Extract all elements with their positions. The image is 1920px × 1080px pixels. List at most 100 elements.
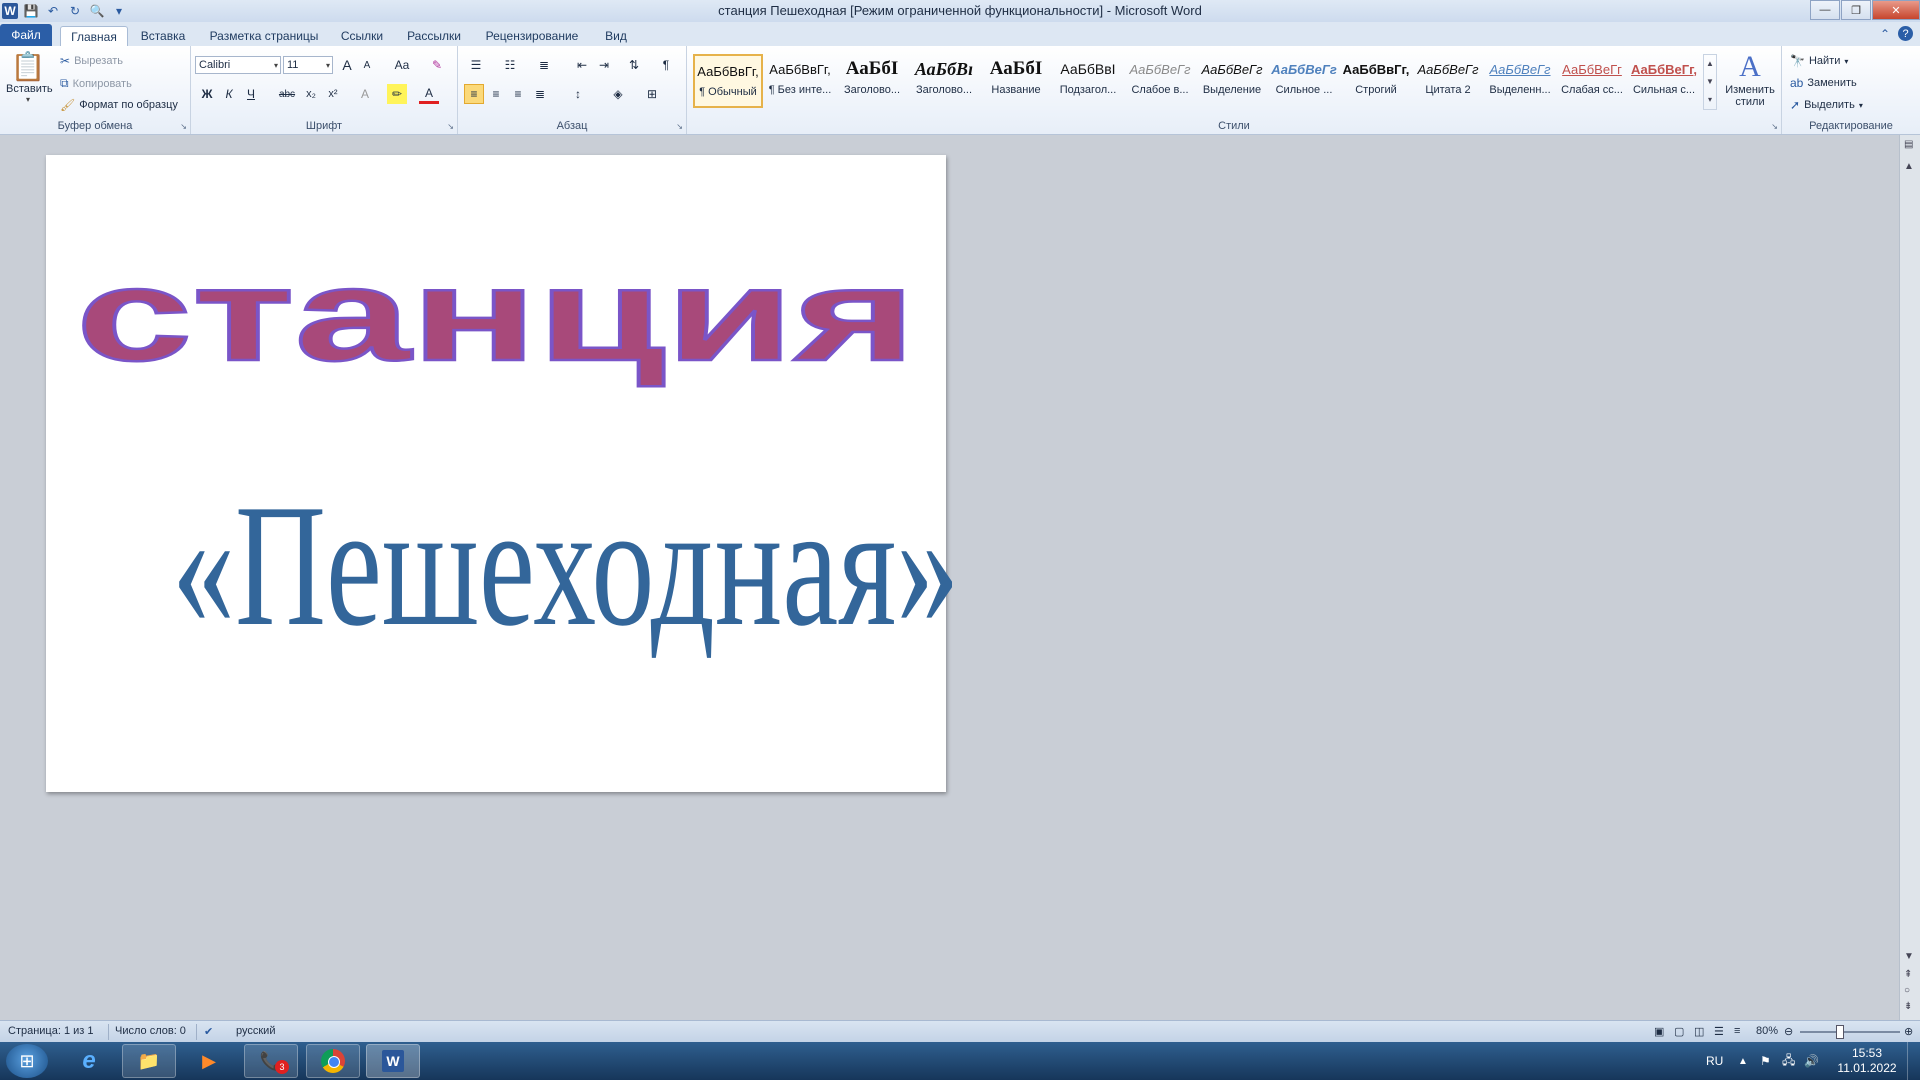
strikethrough-button[interactable]: abc bbox=[275, 84, 299, 104]
scroll-up-icon[interactable]: ▲ bbox=[1904, 161, 1914, 172]
page-count[interactable]: Страница: 1 из 1 bbox=[8, 1025, 94, 1037]
document-page[interactable]: станция «Пешеходная» bbox=[46, 155, 959, 792]
word-taskbar-icon[interactable]: W bbox=[366, 1044, 420, 1078]
tab-references[interactable]: Ссылки bbox=[334, 26, 390, 46]
zoom-out-icon[interactable]: ⊖ bbox=[1784, 1025, 1793, 1038]
font-name-combo[interactable]: Calibri ▾ bbox=[195, 56, 281, 74]
help-icon[interactable]: ? bbox=[1898, 26, 1913, 41]
file-explorer-icon[interactable]: 📁 bbox=[122, 1044, 176, 1078]
increase-indent-icon[interactable]: ⇥ bbox=[594, 55, 614, 75]
document-area[interactable]: станция «Пешеходная» bbox=[0, 135, 1900, 1020]
font-color-icon[interactable]: A bbox=[419, 84, 439, 104]
clock[interactable]: 15:53 11.01.2022 bbox=[1832, 1046, 1902, 1076]
next-page-icon[interactable]: ⇟ bbox=[1904, 1001, 1912, 1012]
justify-icon[interactable]: ≣ bbox=[530, 84, 550, 104]
input-language[interactable]: RU bbox=[1706, 1042, 1723, 1080]
decrease-indent-icon[interactable]: ⇤ bbox=[572, 55, 592, 75]
paragraph-launcher-icon[interactable]: ↘ bbox=[676, 122, 683, 131]
replace-button[interactable]: ab Заменить bbox=[1790, 76, 1857, 90]
select-button[interactable]: ➚ Выделить ▾ bbox=[1790, 98, 1863, 112]
underline-button[interactable]: Ч bbox=[241, 84, 261, 104]
language-indicator[interactable]: русский bbox=[236, 1025, 275, 1037]
styles-scroll[interactable]: ▲ ▼ ▾ bbox=[1703, 54, 1717, 110]
browse-object-icon[interactable]: ○ bbox=[1904, 985, 1910, 996]
line-spacing-icon[interactable]: ↕ bbox=[568, 84, 588, 104]
shrink-font-button[interactable]: A bbox=[357, 55, 377, 75]
zoom-level[interactable]: 80% bbox=[1756, 1025, 1778, 1037]
draft-view-icon[interactable]: ≡ bbox=[1734, 1025, 1740, 1037]
web-layout-view-icon[interactable]: ◫ bbox=[1694, 1025, 1704, 1038]
font-size-combo[interactable]: 11 ▾ bbox=[283, 56, 333, 74]
change-case-button[interactable]: Aa bbox=[389, 55, 415, 75]
tab-review[interactable]: Рецензирование bbox=[478, 26, 586, 46]
borders-icon[interactable]: ⊞ bbox=[642, 84, 662, 104]
sort-icon[interactable]: ⇅ bbox=[624, 55, 644, 75]
clipboard-launcher-icon[interactable]: ↘ bbox=[180, 122, 187, 131]
print-layout-view-icon[interactable]: ▣ bbox=[1654, 1025, 1664, 1038]
highlight-icon[interactable]: ✏ bbox=[387, 84, 407, 104]
cut-button[interactable]: ✂ Вырезать bbox=[60, 54, 123, 68]
style-intense-reference[interactable]: АаБбВеГг, Сильная с... bbox=[1629, 54, 1699, 108]
zoom-in-icon[interactable]: ⊕ bbox=[1904, 1025, 1913, 1038]
proofing-icon[interactable]: ✔ bbox=[204, 1025, 213, 1038]
bullets-icon[interactable]: ☰ bbox=[466, 55, 486, 75]
subscript-button[interactable]: x₂ bbox=[301, 84, 321, 104]
word-count[interactable]: Число слов: 0 bbox=[115, 1025, 186, 1037]
find-button[interactable]: 🔭 Найти ▾ bbox=[1790, 54, 1848, 68]
previous-page-icon[interactable]: ⇞ bbox=[1904, 969, 1912, 980]
align-right-icon[interactable]: ≡ bbox=[508, 84, 528, 104]
minimize-button[interactable]: — bbox=[1810, 0, 1840, 20]
show-marks-button[interactable]: ¶ bbox=[656, 55, 676, 75]
maximize-button[interactable]: ❐ bbox=[1841, 0, 1871, 20]
change-styles-button[interactable]: A Изменить стили bbox=[1721, 50, 1779, 108]
scroll-down-icon[interactable]: ▼ bbox=[1904, 951, 1914, 962]
shading-icon[interactable]: ◈ bbox=[608, 84, 628, 104]
tab-file[interactable]: Файл bbox=[0, 24, 52, 46]
bold-button[interactable]: Ж bbox=[197, 84, 217, 104]
minimize-ribbon-icon[interactable]: ⌃ bbox=[1880, 27, 1890, 41]
outline-view-icon[interactable]: ☰ bbox=[1714, 1025, 1724, 1038]
style-no-spacing[interactable]: АаБбВвГг, ¶ Без инте... bbox=[765, 54, 835, 108]
style-heading-1[interactable]: АаБбI Заголово... bbox=[837, 54, 907, 108]
style-intense-emphasis[interactable]: АаБбВеГг Сильное ... bbox=[1269, 54, 1339, 108]
multilevel-list-icon[interactable]: ≣ bbox=[534, 55, 554, 75]
style-intense-quote[interactable]: АаБбВеГг Выделенн... bbox=[1485, 54, 1555, 108]
style-subtitle[interactable]: АаБбВвI Подзагол... bbox=[1053, 54, 1123, 108]
clear-format-icon[interactable]: ✎ bbox=[427, 55, 447, 75]
text-effects-icon[interactable]: A bbox=[355, 84, 375, 104]
chrome-icon[interactable] bbox=[306, 1044, 360, 1078]
style-heading-2[interactable]: АаБбВı Заголово... bbox=[909, 54, 979, 108]
vertical-scrollbar[interactable]: ▤ ▲ ▼ ⇞ ○ ⇟ bbox=[1899, 135, 1920, 1020]
zoom-slider[interactable] bbox=[1800, 1031, 1900, 1033]
font-launcher-icon[interactable]: ↘ bbox=[447, 122, 454, 131]
volume-icon[interactable]: 🔊 bbox=[1804, 1042, 1819, 1080]
tab-view[interactable]: Вид bbox=[596, 26, 636, 46]
style-emphasis[interactable]: АаБбВеГг Выделение bbox=[1197, 54, 1267, 108]
network-icon[interactable]: 🖧 bbox=[1782, 1042, 1795, 1080]
style-quote-2[interactable]: АаБбВеГг Цитата 2 bbox=[1413, 54, 1483, 108]
style-subtle-emphasis[interactable]: АаБбВеГг Слабое в... bbox=[1125, 54, 1195, 108]
show-hidden-icons-icon[interactable]: ▲ bbox=[1738, 1042, 1748, 1080]
numbering-icon[interactable]: ☷ bbox=[500, 55, 520, 75]
style-subtle-reference[interactable]: АаБбВеГг Слабая сс... bbox=[1557, 54, 1627, 108]
style-strong[interactable]: АаБбВвГг, Строгий bbox=[1341, 54, 1411, 108]
media-player-icon[interactable]: ▶ bbox=[182, 1044, 236, 1078]
style-normal[interactable]: АаБбВвГг, ¶ Обычный bbox=[693, 54, 763, 108]
show-desktop-button[interactable] bbox=[1907, 1042, 1920, 1080]
paste-button[interactable]: 📋 Вставить ▾ bbox=[6, 50, 53, 104]
tab-home[interactable]: Главная bbox=[60, 26, 128, 47]
align-center-icon[interactable]: ≡ bbox=[486, 84, 506, 104]
superscript-button[interactable]: x² bbox=[323, 84, 343, 104]
format-painter-button[interactable]: 🖌 Формат по образцу bbox=[60, 98, 178, 112]
ruler-toggle-icon[interactable]: ▤ bbox=[1904, 139, 1913, 150]
viber-icon[interactable]: 📞 3 bbox=[244, 1044, 298, 1078]
align-left-icon[interactable]: ≡ bbox=[464, 84, 484, 104]
tab-insert[interactable]: Вставка bbox=[134, 26, 192, 46]
internet-explorer-icon[interactable]: e bbox=[62, 1044, 116, 1078]
italic-button[interactable]: К bbox=[219, 84, 239, 104]
styles-launcher-icon[interactable]: ↘ bbox=[1771, 122, 1778, 131]
tab-page-layout[interactable]: Разметка страницы bbox=[204, 26, 324, 46]
copy-button[interactable]: ⧉ Копировать bbox=[60, 76, 132, 91]
action-center-flag-icon[interactable]: ⚑ bbox=[1760, 1042, 1771, 1080]
full-screen-view-icon[interactable]: ▢ bbox=[1674, 1025, 1684, 1038]
